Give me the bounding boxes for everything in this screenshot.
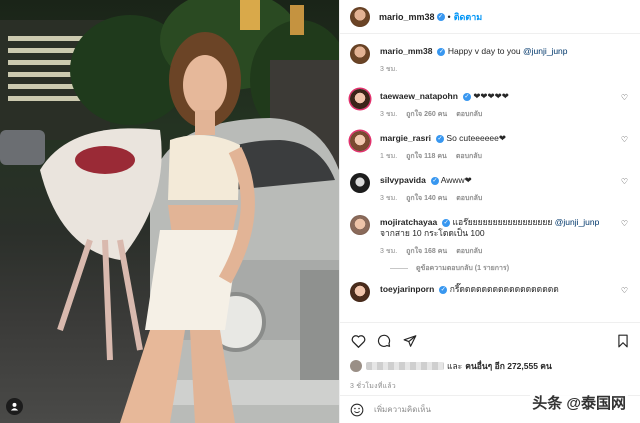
comment-likes[interactable]: ถูกใจ 168 คน (406, 246, 447, 257)
comment-text: So cuteeeeee❤ (446, 133, 507, 143)
comment-time[interactable]: 1 ชม. (380, 151, 397, 162)
comment-likes[interactable]: ถูกใจ 260 คน (406, 109, 447, 120)
comment-like-heart-icon[interactable]: ♡ (621, 219, 628, 228)
heart-icon[interactable] (350, 333, 366, 349)
caption-avatar[interactable] (350, 44, 370, 64)
post-time-ago[interactable]: 3 ชั่วโมงที่แล้ว (350, 381, 631, 392)
comment-avatar[interactable] (350, 89, 370, 109)
share-icon[interactable] (402, 333, 418, 349)
comment-like-heart-icon[interactable]: ♡ (621, 286, 628, 295)
likes-others[interactable]: คนอื่นๆ อีก 272,555 คน (465, 359, 552, 373)
caption: mario_mm38 ✓ Happy v day to you @junji_ju… (350, 44, 628, 75)
comment-username[interactable]: mojiratchayaa (380, 217, 437, 227)
verified-badge-icon: ✓ (436, 134, 445, 143)
comment-like-heart-icon[interactable]: ♡ (621, 177, 628, 186)
watermark: 头条 @泰国网 (530, 392, 628, 413)
comment-avatar[interactable] (350, 215, 370, 235)
comment-text: แอร๊ยยยยยยยยยยยยยยยยย (452, 217, 553, 227)
comment-username[interactable]: taewaew_natapohn (380, 91, 458, 101)
comment-likes[interactable]: ถูกใจ 140 คน (406, 193, 447, 204)
view-replies-label: ดูข้อความตอบกลับ (1 รายการ) (416, 265, 510, 272)
caption-time[interactable]: 3 ชม. (380, 64, 397, 75)
verified-badge-icon: ✓ (436, 12, 445, 21)
reply-button[interactable]: ตอบกลับ (456, 246, 482, 257)
comment-like-heart-icon[interactable]: ♡ (621, 93, 628, 102)
comment-like-heart-icon[interactable]: ♡ (621, 135, 628, 144)
follow-separator: • (447, 11, 451, 22)
comment-text: ❤❤❤❤❤ (473, 91, 509, 101)
comment-username[interactable]: silvypavida (380, 175, 426, 185)
reply-button[interactable]: ตอบกลับ (456, 109, 482, 120)
user-tag-button[interactable] (6, 398, 23, 415)
comment-avatar[interactable] (350, 173, 370, 193)
comment-avatar[interactable] (350, 131, 370, 151)
author-avatar[interactable] (350, 6, 370, 27)
caption-username[interactable]: mario_mm38 (380, 46, 432, 56)
comment-text: Awww❤ (440, 175, 472, 185)
comment-icon[interactable] (376, 333, 392, 349)
likes-and: และ (447, 361, 463, 371)
view-replies-button[interactable]: ดูข้อความตอบกลับ (1 รายการ) (390, 263, 628, 274)
caption-text: Happy v day to you (447, 46, 521, 56)
comment-time[interactable]: 3 ชม. (380, 193, 397, 204)
author-username[interactable]: mario_mm38 (379, 12, 435, 22)
reply-button[interactable]: ตอบกลับ (456, 151, 482, 162)
photo-illustration (0, 0, 339, 423)
comment-avatar[interactable] (350, 282, 370, 302)
follow-button[interactable]: ติดตาม (454, 10, 483, 24)
bookmark-icon[interactable] (615, 333, 631, 349)
comment-likes[interactable]: ถูกใจ 118 คน (406, 151, 447, 162)
verified-badge-icon: ✓ (462, 92, 471, 101)
comment-time[interactable]: 3 ชม. (380, 109, 397, 120)
caption-mention[interactable]: @junji_junp (523, 46, 568, 56)
comment-username[interactable]: toeyjarinporn (380, 284, 434, 294)
comment-row: toeyjarinporn ✓ กรี๊ดดดดดดดดดดดดดดดดดด ♡ (350, 282, 628, 302)
verified-badge-icon: ✓ (439, 285, 448, 294)
comment-row: silvypavida ✓ Awww❤ 3 ชม. ถูกใจ 140 คน ตอ… (350, 173, 628, 204)
comment-row: taewaew_natapohn ✓ ❤❤❤❤❤ 3 ชม. ถูกใจ 260 … (350, 89, 628, 120)
post-photo[interactable] (0, 0, 339, 423)
post-side-panel: mario_mm38 ✓ • ติดตาม mario_mm38 ✓ Happy … (339, 0, 640, 423)
comment-text: กรี๊ดดดดดดดดดดดดดดดดดด (449, 284, 559, 294)
emoji-icon[interactable] (350, 403, 364, 417)
verified-badge-icon: ✓ (442, 218, 451, 227)
comment-time[interactable]: 3 ชม. (380, 246, 397, 257)
post-header: mario_mm38 ✓ • ติดตาม (340, 0, 640, 34)
user-tag-icon (10, 402, 19, 411)
comments-list: mario_mm38 ✓ Happy v day to you @junji_ju… (340, 34, 640, 334)
reply-button[interactable]: ตอบกลับ (456, 193, 482, 204)
comment-row: mojiratchayaa ✓ แอร๊ยยยยยยยยยยยยยยยยย @ju… (350, 215, 628, 257)
watermark-text: 头条 @泰国网 (532, 395, 626, 412)
comment-mention[interactable]: @junji_junp (555, 217, 600, 227)
likes-summary[interactable]: และ คนอื่นๆ อีก 272,555 คน (350, 359, 631, 373)
verified-badge-icon: ✓ (437, 47, 446, 56)
add-comment-input[interactable]: เพิ่มความคิดเห็น (374, 403, 431, 416)
post-actions: และ คนอื่นๆ อีก 272,555 คน 3 ชั่วโมงที่แ… (340, 322, 640, 392)
verified-badge-icon: ✓ (430, 176, 439, 185)
liker-avatar (350, 360, 362, 372)
blurred-liker-name (366, 362, 444, 370)
comment-username[interactable]: margie_rasri (380, 133, 431, 143)
comment-row: margie_rasri ✓ So cuteeeeee❤ 1 ชม. ถูกใจ … (350, 131, 628, 162)
comment-text-continued: จากสาย 10 กระโดดเป็น 100 (380, 228, 485, 238)
replies-divider (390, 268, 408, 269)
